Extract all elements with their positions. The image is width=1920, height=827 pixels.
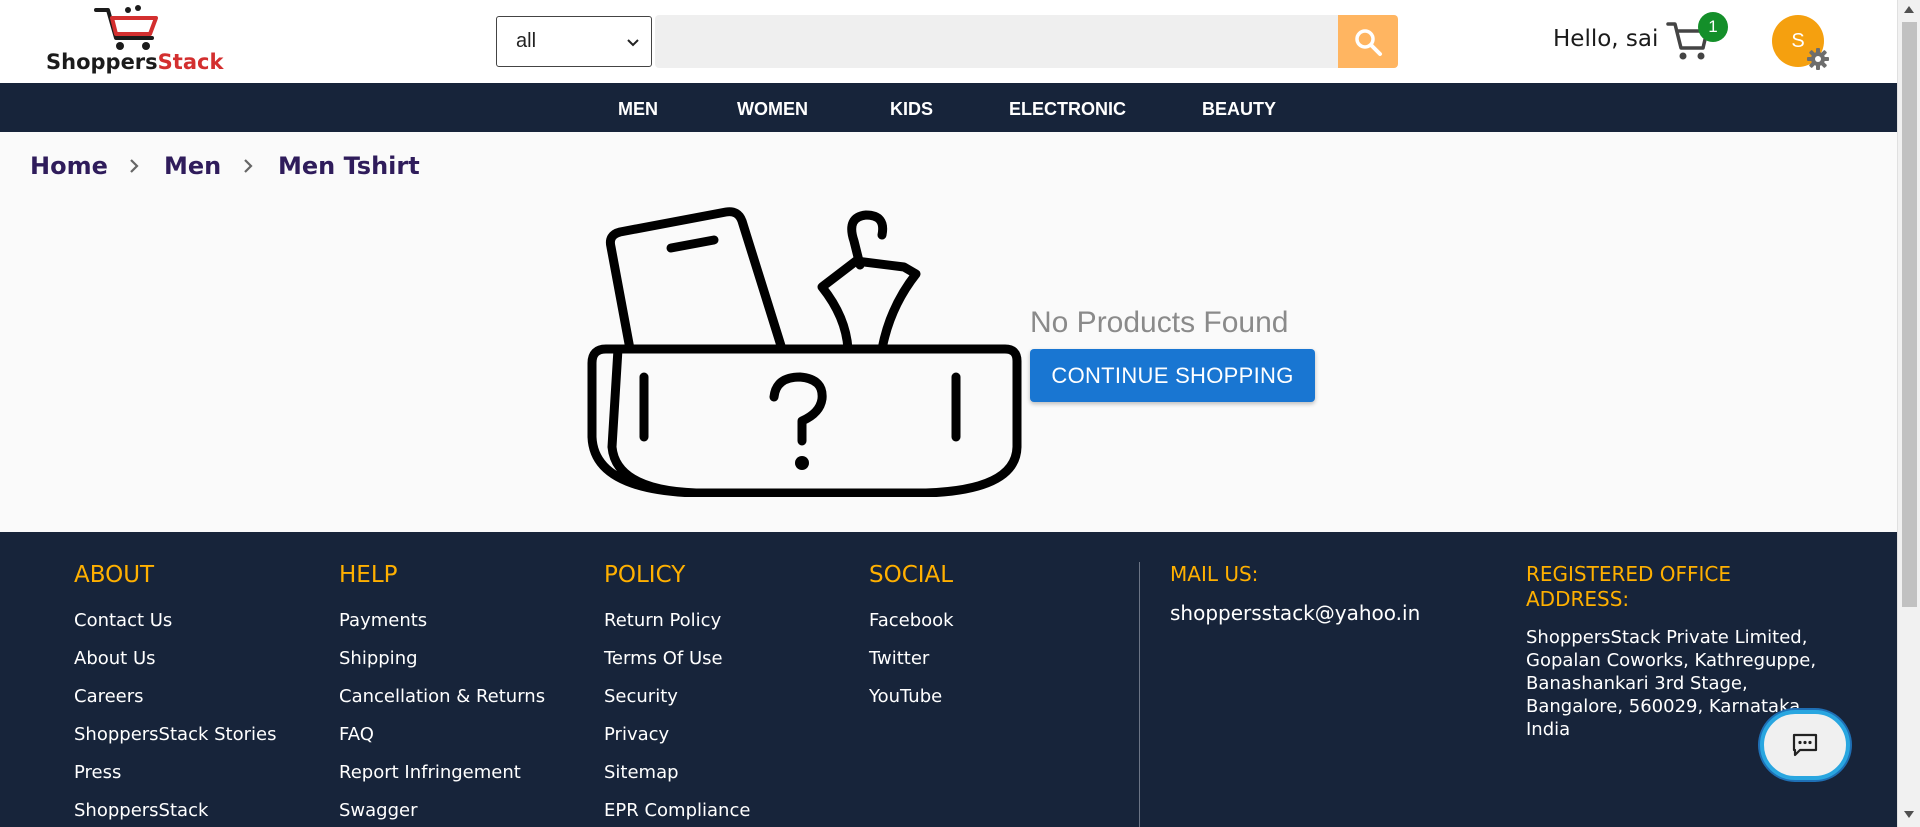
footer-link-facebook[interactable]: Facebook [869, 610, 954, 648]
footer-link[interactable]: Cancellation & Returns [339, 686, 545, 724]
chevron-down-icon [627, 39, 639, 47]
footer-social-links: Facebook Twitter YouTube [869, 610, 954, 724]
chat-icon [1792, 733, 1818, 757]
breadcrumb-men-tshirt[interactable]: Men Tshirt [278, 152, 420, 180]
breadcrumb-men[interactable]: Men [164, 152, 221, 180]
footer-link[interactable]: Report Infringement [339, 762, 545, 800]
footer-link[interactable]: ShoppersStack [74, 800, 276, 827]
footer-link-youtube[interactable]: YouTube [869, 686, 954, 724]
footer-link[interactable]: Sitemap [604, 762, 750, 800]
footer-policy-title: POLICY [604, 562, 686, 588]
footer-mail-title: MAIL US: [1170, 562, 1259, 586]
footer-link[interactable]: Contact Us [74, 610, 276, 648]
footer-office-title-line1: REGISTERED OFFICE [1526, 562, 1732, 586]
category-select[interactable]: all [496, 16, 652, 67]
scrollbar-thumb[interactable] [1902, 22, 1917, 607]
gear-icon[interactable] [1806, 47, 1830, 71]
footer-divider [1139, 562, 1140, 827]
nav-item-kids[interactable]: KIDS [890, 99, 933, 120]
site-header: ShoppersStack all Hello, sai 1 S [0, 0, 1897, 83]
footer-link[interactable]: About Us [74, 648, 276, 686]
nav-item-men[interactable]: MEN [618, 99, 658, 120]
footer-link[interactable]: FAQ [339, 724, 545, 762]
footer-social-title: SOCIAL [869, 562, 954, 588]
empty-box-illustration [587, 207, 1022, 497]
footer-link[interactable]: Return Policy [604, 610, 750, 648]
nav-item-beauty[interactable]: BEAUTY [1202, 99, 1276, 120]
footer-email[interactable]: shoppersstack@yahoo.in [1170, 601, 1420, 625]
category-select-value: all [516, 30, 537, 52]
footer-help-links: Payments Shipping Cancellation & Returns… [339, 610, 545, 827]
nav-item-women[interactable]: WOMEN [737, 99, 808, 120]
footer-about-title: ABOUT [74, 562, 155, 588]
chevron-right-icon [130, 159, 139, 173]
footer-help-title: HELP [339, 562, 398, 588]
page-scrollbar[interactable] [1897, 0, 1920, 827]
footer-link[interactable]: Payments [339, 610, 545, 648]
shoppersstack-logo[interactable]: ShoppersStack [46, 4, 226, 78]
footer-link[interactable]: Swagger [339, 800, 545, 827]
search-button[interactable] [1338, 15, 1398, 68]
footer-link[interactable]: EPR Compliance [604, 800, 750, 827]
footer-link[interactable]: Careers [74, 686, 276, 724]
footer-policy-links: Return Policy Terms Of Use Security Priv… [604, 610, 750, 827]
chat-button[interactable] [1760, 710, 1850, 780]
footer-about-links: Contact Us About Us Careers ShoppersStac… [74, 610, 276, 827]
category-nav: MEN WOMEN KIDS ELECTRONIC BEAUTY [0, 83, 1897, 132]
scroll-down-arrow-icon[interactable] [1904, 811, 1914, 818]
no-products-message: No Products Found [1030, 306, 1289, 339]
footer-link-twitter[interactable]: Twitter [869, 648, 954, 686]
cart-count-badge: 1 [1698, 12, 1728, 42]
logo-text: ShoppersStack [46, 50, 224, 74]
footer-link[interactable]: ShoppersStack Stories [74, 724, 276, 762]
scroll-up-arrow-icon[interactable] [1904, 6, 1914, 13]
chevron-right-icon [244, 159, 253, 173]
continue-shopping-button[interactable]: CONTINUE SHOPPING [1030, 349, 1315, 402]
site-footer: ABOUT Contact Us About Us Careers Shoppe… [0, 532, 1897, 827]
user-greeting: Hello, sai [1553, 26, 1659, 52]
footer-link[interactable]: Security [604, 686, 750, 724]
search-input[interactable] [655, 15, 1339, 68]
footer-link[interactable]: Press [74, 762, 276, 800]
breadcrumb-home[interactable]: Home [30, 152, 108, 180]
footer-link[interactable]: Shipping [339, 648, 545, 686]
search-icon [1355, 28, 1382, 56]
footer-link[interactable]: Terms Of Use [604, 648, 750, 686]
cart-logo-icon [94, 5, 158, 50]
footer-office-title-line2: ADDRESS: [1526, 587, 1630, 611]
nav-item-electronic[interactable]: ELECTRONIC [1009, 99, 1126, 120]
footer-link[interactable]: Privacy [604, 724, 750, 762]
